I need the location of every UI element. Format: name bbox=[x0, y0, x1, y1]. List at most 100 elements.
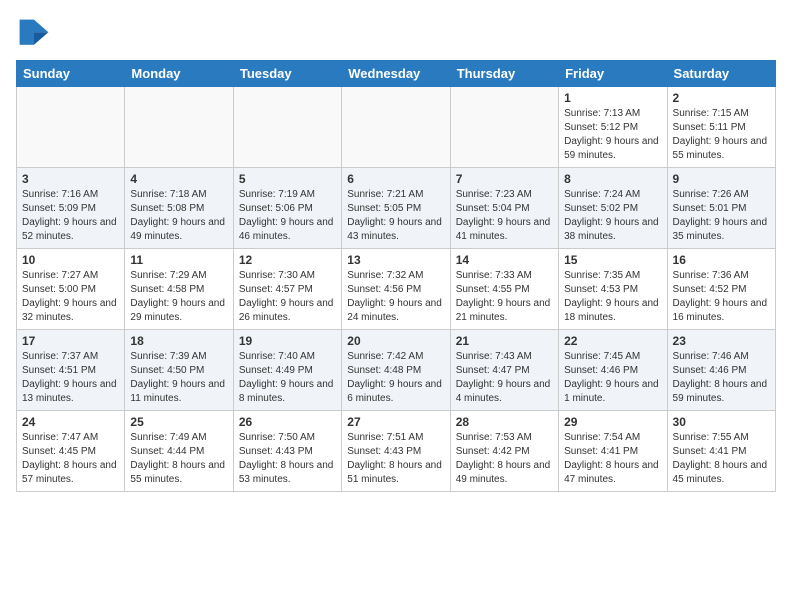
day-number: 29 bbox=[564, 415, 661, 429]
day-info: Sunrise: 7:13 AM Sunset: 5:12 PM Dayligh… bbox=[564, 107, 661, 163]
day-number: 3 bbox=[22, 172, 119, 186]
day-number: 18 bbox=[130, 334, 227, 348]
day-info: Sunrise: 7:35 AM Sunset: 4:53 PM Dayligh… bbox=[564, 269, 661, 325]
calendar-cell: 24 Sunrise: 7:47 AM Sunset: 4:45 PM Dayli… bbox=[17, 411, 125, 492]
calendar-cell bbox=[17, 87, 125, 168]
day-info: Sunrise: 7:40 AM Sunset: 4:49 PM Dayligh… bbox=[239, 350, 336, 406]
day-number: 27 bbox=[347, 415, 444, 429]
day-info: Sunrise: 7:33 AM Sunset: 4:55 PM Dayligh… bbox=[456, 269, 553, 325]
day-number: 6 bbox=[347, 172, 444, 186]
calendar-cell: 11 Sunrise: 7:29 AM Sunset: 4:58 PM Dayli… bbox=[125, 249, 233, 330]
weekday-header-saturday: Saturday bbox=[667, 61, 775, 87]
day-info: Sunrise: 7:47 AM Sunset: 4:45 PM Dayligh… bbox=[22, 431, 119, 487]
day-info: Sunrise: 7:29 AM Sunset: 4:58 PM Dayligh… bbox=[130, 269, 227, 325]
calendar-cell: 19 Sunrise: 7:40 AM Sunset: 4:49 PM Dayli… bbox=[233, 330, 341, 411]
calendar-week-4: 17 Sunrise: 7:37 AM Sunset: 4:51 PM Dayli… bbox=[17, 330, 776, 411]
calendar-cell: 12 Sunrise: 7:30 AM Sunset: 4:57 PM Dayli… bbox=[233, 249, 341, 330]
day-info: Sunrise: 7:16 AM Sunset: 5:09 PM Dayligh… bbox=[22, 188, 119, 244]
weekday-header-thursday: Thursday bbox=[450, 61, 558, 87]
calendar-cell: 5 Sunrise: 7:19 AM Sunset: 5:06 PM Daylig… bbox=[233, 168, 341, 249]
weekday-header-wednesday: Wednesday bbox=[342, 61, 450, 87]
day-number: 12 bbox=[239, 253, 336, 267]
logo bbox=[16, 16, 56, 52]
calendar-week-3: 10Sunrise: 7:27 AM Sunset: 5:00 PM Dayli… bbox=[17, 249, 776, 330]
day-info: Sunrise: 7:30 AM Sunset: 4:57 PM Dayligh… bbox=[239, 269, 336, 325]
day-number: 14 bbox=[456, 253, 553, 267]
day-info: Sunrise: 7:26 AM Sunset: 5:01 PM Dayligh… bbox=[673, 188, 770, 244]
calendar-cell: 14 Sunrise: 7:33 AM Sunset: 4:55 PM Dayli… bbox=[450, 249, 558, 330]
calendar-week-1: 1 Sunrise: 7:13 AM Sunset: 5:12 PM Daylig… bbox=[17, 87, 776, 168]
calendar-cell: 26 Sunrise: 7:50 AM Sunset: 4:43 PM Dayli… bbox=[233, 411, 341, 492]
day-info: Sunrise: 7:49 AM Sunset: 4:44 PM Dayligh… bbox=[130, 431, 227, 487]
calendar-cell: 3 Sunrise: 7:16 AM Sunset: 5:09 PM Daylig… bbox=[17, 168, 125, 249]
calendar-cell: 8 Sunrise: 7:24 AM Sunset: 5:02 PM Daylig… bbox=[559, 168, 667, 249]
day-info: Sunrise: 7:24 AM Sunset: 5:02 PM Dayligh… bbox=[564, 188, 661, 244]
logo-icon bbox=[16, 16, 52, 52]
day-number: 11 bbox=[130, 253, 227, 267]
calendar-cell: 29 Sunrise: 7:54 AM Sunset: 4:41 PM Dayli… bbox=[559, 411, 667, 492]
calendar-cell: 28 Sunrise: 7:53 AM Sunset: 4:42 PM Dayli… bbox=[450, 411, 558, 492]
day-info: Sunrise: 7:19 AM Sunset: 5:06 PM Dayligh… bbox=[239, 188, 336, 244]
day-number: 5 bbox=[239, 172, 336, 186]
day-info: Sunrise: 7:21 AM Sunset: 5:05 PM Dayligh… bbox=[347, 188, 444, 244]
calendar-cell: 7 Sunrise: 7:23 AM Sunset: 5:04 PM Daylig… bbox=[450, 168, 558, 249]
day-info: Sunrise: 7:18 AM Sunset: 5:08 PM Dayligh… bbox=[130, 188, 227, 244]
day-number: 25 bbox=[130, 415, 227, 429]
weekday-header-tuesday: Tuesday bbox=[233, 61, 341, 87]
calendar-header-row: SundayMondayTuesdayWednesdayThursdayFrid… bbox=[17, 61, 776, 87]
day-info: Sunrise: 7:53 AM Sunset: 4:42 PM Dayligh… bbox=[456, 431, 553, 487]
day-number: 30 bbox=[673, 415, 770, 429]
day-info: Sunrise: 7:36 AM Sunset: 4:52 PM Dayligh… bbox=[673, 269, 770, 325]
day-info: Sunrise: 7:42 AM Sunset: 4:48 PM Dayligh… bbox=[347, 350, 444, 406]
day-number: 16 bbox=[673, 253, 770, 267]
day-number: 21 bbox=[456, 334, 553, 348]
day-number: 24 bbox=[22, 415, 119, 429]
day-info: Sunrise: 7:55 AM Sunset: 4:41 PM Dayligh… bbox=[673, 431, 770, 487]
day-number: 4 bbox=[130, 172, 227, 186]
day-info: Sunrise: 7:37 AM Sunset: 4:51 PM Dayligh… bbox=[22, 350, 119, 406]
day-info: Sunrise: 7:54 AM Sunset: 4:41 PM Dayligh… bbox=[564, 431, 661, 487]
day-info: Sunrise: 7:43 AM Sunset: 4:47 PM Dayligh… bbox=[456, 350, 553, 406]
day-info: Sunrise: 7:51 AM Sunset: 4:43 PM Dayligh… bbox=[347, 431, 444, 487]
day-number: 7 bbox=[456, 172, 553, 186]
calendar-cell: 10Sunrise: 7:27 AM Sunset: 5:00 PM Dayli… bbox=[17, 249, 125, 330]
day-info: Sunrise: 7:32 AM Sunset: 4:56 PM Dayligh… bbox=[347, 269, 444, 325]
calendar-cell: 21 Sunrise: 7:43 AM Sunset: 4:47 PM Dayli… bbox=[450, 330, 558, 411]
calendar-cell: 4 Sunrise: 7:18 AM Sunset: 5:08 PM Daylig… bbox=[125, 168, 233, 249]
weekday-header-friday: Friday bbox=[559, 61, 667, 87]
day-number: 8 bbox=[564, 172, 661, 186]
day-info: Sunrise: 7:39 AM Sunset: 4:50 PM Dayligh… bbox=[130, 350, 227, 406]
calendar-table: SundayMondayTuesdayWednesdayThursdayFrid… bbox=[16, 60, 776, 492]
calendar-cell: 23 Sunrise: 7:46 AM Sunset: 4:46 PM Dayli… bbox=[667, 330, 775, 411]
day-info: Sunrise: 7:50 AM Sunset: 4:43 PM Dayligh… bbox=[239, 431, 336, 487]
calendar-cell bbox=[233, 87, 341, 168]
day-info: Sunrise: 7:23 AM Sunset: 5:04 PM Dayligh… bbox=[456, 188, 553, 244]
day-info: Sunrise: 7:45 AM Sunset: 4:46 PM Dayligh… bbox=[564, 350, 661, 406]
day-number: 20 bbox=[347, 334, 444, 348]
day-number: 1 bbox=[564, 91, 661, 105]
calendar-cell: 25 Sunrise: 7:49 AM Sunset: 4:44 PM Dayli… bbox=[125, 411, 233, 492]
day-number: 28 bbox=[456, 415, 553, 429]
day-number: 9 bbox=[673, 172, 770, 186]
day-number: 17 bbox=[22, 334, 119, 348]
calendar-cell: 15Sunrise: 7:35 AM Sunset: 4:53 PM Dayli… bbox=[559, 249, 667, 330]
day-number: 10 bbox=[22, 253, 119, 267]
calendar-cell bbox=[125, 87, 233, 168]
day-number: 26 bbox=[239, 415, 336, 429]
day-info: Sunrise: 7:15 AM Sunset: 5:11 PM Dayligh… bbox=[673, 107, 770, 163]
calendar-cell: 22Sunrise: 7:45 AM Sunset: 4:46 PM Dayli… bbox=[559, 330, 667, 411]
calendar-cell: 13Sunrise: 7:32 AM Sunset: 4:56 PM Dayli… bbox=[342, 249, 450, 330]
day-number: 23 bbox=[673, 334, 770, 348]
calendar-cell bbox=[450, 87, 558, 168]
calendar-cell: 20 Sunrise: 7:42 AM Sunset: 4:48 PM Dayli… bbox=[342, 330, 450, 411]
day-number: 2 bbox=[673, 91, 770, 105]
calendar-cell: 6 Sunrise: 7:21 AM Sunset: 5:05 PM Daylig… bbox=[342, 168, 450, 249]
day-info: Sunrise: 7:46 AM Sunset: 4:46 PM Dayligh… bbox=[673, 350, 770, 406]
day-number: 19 bbox=[239, 334, 336, 348]
calendar-cell bbox=[342, 87, 450, 168]
calendar-week-2: 3 Sunrise: 7:16 AM Sunset: 5:09 PM Daylig… bbox=[17, 168, 776, 249]
calendar-cell: 30 Sunrise: 7:55 AM Sunset: 4:41 PM Dayli… bbox=[667, 411, 775, 492]
weekday-header-monday: Monday bbox=[125, 61, 233, 87]
calendar-cell: 18 Sunrise: 7:39 AM Sunset: 4:50 PM Dayli… bbox=[125, 330, 233, 411]
calendar-cell: 2 Sunrise: 7:15 AM Sunset: 5:11 PM Daylig… bbox=[667, 87, 775, 168]
